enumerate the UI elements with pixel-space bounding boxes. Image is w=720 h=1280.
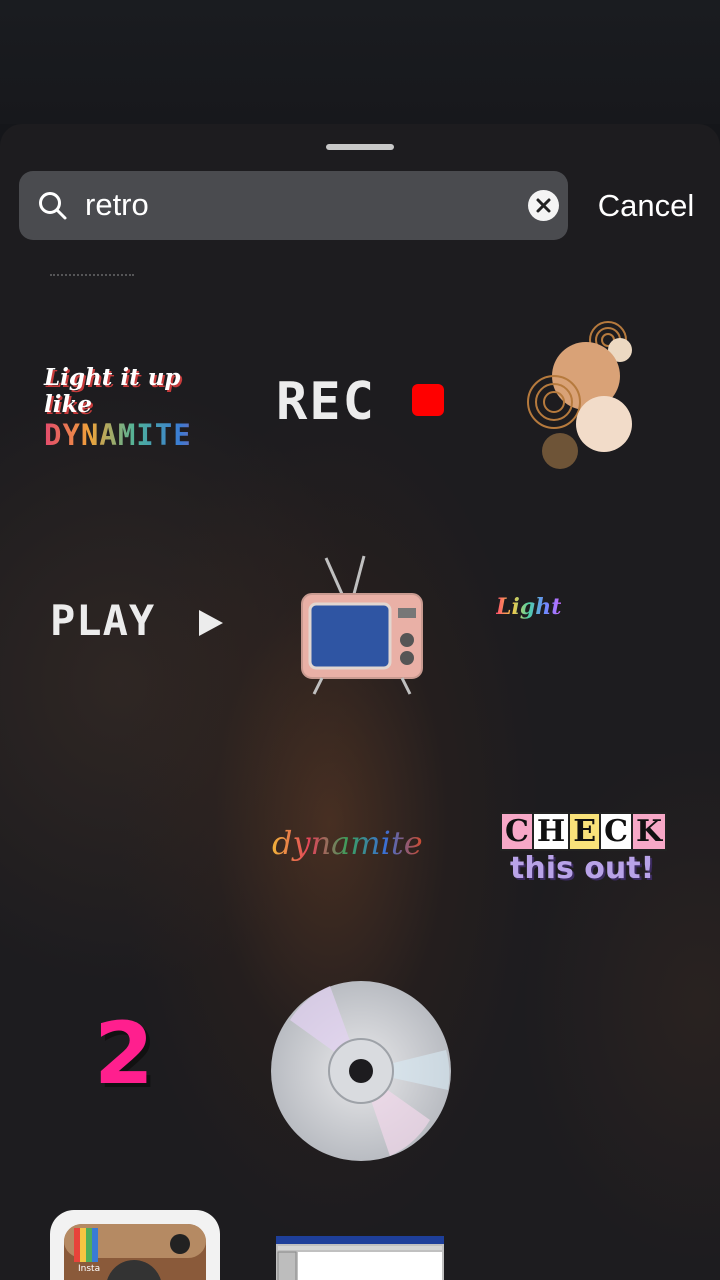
instagram-camera-icon — [50, 1210, 220, 1280]
cd-disc-icon — [271, 981, 451, 1161]
background-top — [0, 0, 720, 124]
check-letter: C — [599, 812, 634, 851]
sticker-cd[interactable] — [270, 980, 452, 1162]
search-bar[interactable] — [19, 171, 568, 240]
sticker-paint-window[interactable] — [276, 1236, 444, 1280]
sticker-sheet: Cancel Light it up like DYNAMITE REC PLA… — [0, 124, 720, 1280]
check-letter: K — [631, 812, 668, 851]
sticker-rec[interactable]: REC — [276, 372, 446, 432]
retro-tv-icon — [301, 555, 423, 695]
sticker-peek — [50, 274, 134, 281]
rec-dot-icon — [412, 384, 444, 416]
check-letter: E — [568, 812, 602, 851]
sticker-insta-label: Insta — [78, 1264, 101, 1274]
play-icon — [199, 610, 223, 636]
sticker-dynamite[interactable]: Light it up like DYNAMITE — [44, 364, 226, 452]
search-input[interactable] — [85, 185, 505, 225]
sticker-tv[interactable] — [298, 554, 426, 698]
check-letter: H — [531, 812, 571, 851]
clear-search-button[interactable] — [528, 190, 559, 221]
sticker-dynamite-script[interactable]: dynamite — [272, 824, 456, 872]
sticker-dynamite-line1: Light it up like — [44, 364, 181, 418]
sticker-number[interactable]: 2 — [94, 1004, 174, 1114]
paint-window-icon — [276, 1236, 444, 1280]
check-letter: C — [500, 812, 534, 851]
sticker-dynamite-script-label: dynamite — [272, 824, 423, 862]
sticker-rec-label: REC — [276, 372, 376, 432]
drag-handle[interactable] — [326, 144, 394, 150]
sticker-check-this-out[interactable]: CHECK this out! — [500, 812, 672, 888]
sticker-number-label: 2 — [94, 1004, 154, 1104]
sticker-dynamite-line2: DYNAMITE — [44, 418, 226, 452]
abstract-circles-icon — [527, 321, 632, 469]
search-icon — [39, 192, 67, 220]
sticker-play[interactable]: PLAY — [50, 596, 230, 652]
sticker-insta-camera[interactable]: Insta — [50, 1210, 220, 1280]
sticker-circles[interactable] — [520, 314, 640, 474]
sticker-check-letters: CHECK — [500, 812, 672, 851]
clear-icon — [536, 198, 551, 213]
sticker-light[interactable]: Light — [496, 594, 576, 628]
sticker-play-label: PLAY — [50, 596, 156, 645]
sticker-light-label: Light — [496, 594, 562, 620]
cancel-button[interactable]: Cancel — [586, 184, 706, 228]
sticker-check-sub: this out! — [510, 851, 655, 886]
